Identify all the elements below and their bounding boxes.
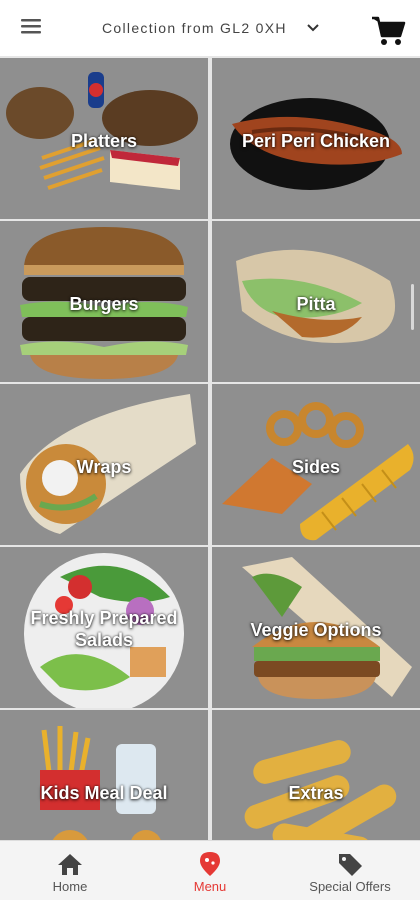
nav-item-home[interactable]: Home — [40, 841, 100, 900]
category-label-line1: Freshly Prepared — [30, 608, 178, 628]
kids-meal-deal-image — [40, 726, 161, 840]
category-label: Platters — [70, 131, 138, 151]
chevron-down-icon — [307, 24, 319, 32]
cart-button[interactable] — [370, 14, 406, 48]
hamburger-icon — [21, 19, 41, 34]
category-label: Sides — [291, 457, 341, 477]
menu-button[interactable] — [16, 16, 46, 42]
category-tile-pitta[interactable]: Pitta — [212, 221, 420, 382]
nav-item-menu[interactable]: Menu — [180, 841, 240, 900]
app-header: Collection from GL2 0XH — [0, 0, 420, 56]
category-tile-salads[interactable]: Freshly Prepared Salads — [0, 547, 208, 708]
nav-label-home: Home — [52, 879, 88, 894]
category-tile-platters[interactable]: Platters — [0, 58, 208, 219]
scrollbar[interactable] — [411, 284, 414, 330]
category-label: Extras — [288, 783, 344, 803]
home-icon — [58, 854, 82, 875]
category-tile-kids-meal-deal[interactable]: Kids Meal Deal — [0, 710, 208, 840]
category-tile-burgers[interactable]: Burgers — [0, 221, 208, 382]
category-tile-extras[interactable]: Extras — [212, 710, 420, 840]
location-pin-icon — [200, 852, 220, 876]
category-label-line2: Salads — [74, 630, 134, 650]
nav-label-special-offers: Special Offers — [309, 879, 391, 894]
category-label: Peri Peri Chicken — [241, 131, 391, 151]
category-label: Pitta — [296, 294, 336, 314]
category-tile-veggie-options[interactable]: Veggie Options — [212, 547, 420, 708]
cart-icon — [372, 16, 406, 45]
menu-category-grid: Platters Peri Peri Chicken Burgers Pitta — [0, 56, 420, 840]
collection-location-selector[interactable]: Collection from GL2 0XH — [102, 17, 321, 39]
category-tile-wraps[interactable]: Wraps — [0, 384, 208, 545]
nav-label-menu: Menu — [193, 879, 227, 894]
extras-image — [244, 740, 397, 840]
tag-icon — [339, 854, 362, 876]
bottom-navigation: Home Menu Special Offers — [0, 840, 420, 900]
category-label: Freshly Prepared Salads — [0, 607, 208, 651]
category-label: Veggie Options — [250, 620, 382, 640]
nav-item-special-offers[interactable]: Special Offers — [300, 841, 400, 900]
category-label: Wraps — [76, 457, 132, 477]
category-label: Kids Meal Deal — [40, 783, 168, 803]
category-tile-sides[interactable]: Sides — [212, 384, 420, 545]
collection-location-text: Collection from GL2 0XH — [102, 20, 287, 36]
category-tile-peri-peri-chicken[interactable]: Peri Peri Chicken — [212, 58, 420, 219]
category-label: Burgers — [69, 294, 139, 314]
